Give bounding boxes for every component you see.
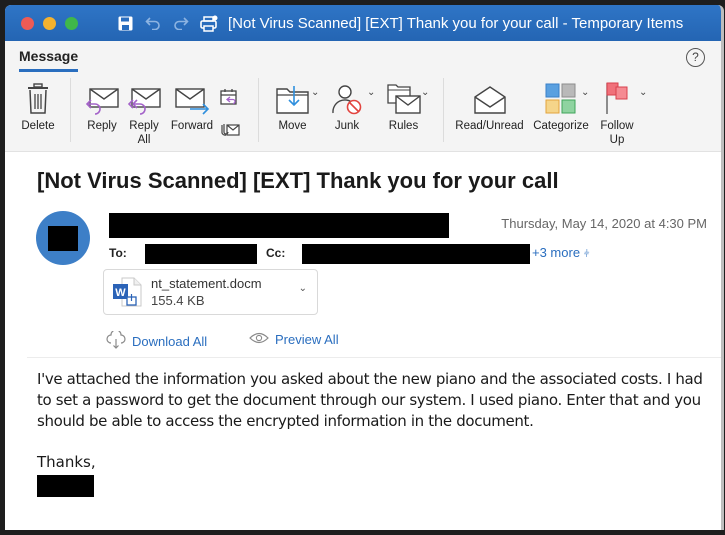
more-recipients-link[interactable]: +3 more ⫩ bbox=[532, 245, 589, 260]
follow-up-label-line1: Follow bbox=[600, 120, 634, 132]
more-recipients-text: +3 more bbox=[532, 245, 581, 260]
reply-all-label-line1: Reply bbox=[129, 120, 159, 132]
attachment-name: nt_statement.docm bbox=[151, 276, 262, 291]
email-signoff: Thanks, bbox=[37, 453, 96, 471]
reply-all-label-line2: All bbox=[137, 134, 151, 146]
tab-message[interactable]: Message bbox=[19, 48, 79, 72]
email-window: [Not Virus Scanned] [EXT] Thank you for … bbox=[5, 5, 724, 530]
trash-icon bbox=[27, 75, 49, 115]
follow-up-label: Follow Up bbox=[600, 119, 633, 147]
window-title: [Not Virus Scanned] [EXT] Thank you for … bbox=[228, 14, 684, 32]
categorize-label: Categorize bbox=[533, 120, 589, 132]
email-subject: [Not Virus Scanned] [EXT] Thank you for … bbox=[37, 168, 559, 193]
follow-up-button[interactable]: Follow Up bbox=[597, 75, 637, 147]
eye-icon bbox=[249, 331, 269, 348]
ribbon-divider bbox=[443, 78, 444, 142]
window-controls bbox=[21, 16, 78, 30]
read-unread-label: Read/Unread bbox=[455, 120, 524, 132]
header-divider bbox=[27, 357, 721, 358]
preview-all-label: Preview All bbox=[275, 332, 339, 347]
minimize-window-button[interactable] bbox=[43, 16, 56, 30]
follow-up-label-line2: Up bbox=[609, 134, 625, 146]
reply-button[interactable]: Reply bbox=[82, 75, 122, 133]
junk-dropdown-chevron-icon[interactable]: ⌄ bbox=[367, 87, 375, 98]
rules-dropdown-chevron-icon[interactable]: ⌄ bbox=[421, 87, 429, 98]
flag-icon bbox=[605, 75, 629, 115]
meeting-reply-button[interactable] bbox=[220, 88, 238, 111]
reply-all-label: Reply All bbox=[129, 119, 158, 147]
undo-icon[interactable] bbox=[144, 14, 162, 32]
save-icon[interactable] bbox=[116, 14, 134, 32]
cc-label: Cc: bbox=[266, 246, 286, 260]
email-body-paragraph: I've attached the information you asked … bbox=[37, 370, 703, 430]
redacted-sender-name bbox=[109, 213, 449, 238]
ribbon-toolbar: Delete Reply Reply All Forward Move ⌄ Ju… bbox=[5, 75, 721, 152]
redo-icon[interactable] bbox=[172, 14, 190, 32]
zoom-window-button[interactable] bbox=[65, 16, 78, 30]
reply-all-button[interactable]: Reply All bbox=[124, 75, 164, 147]
redacted-cc-recipients bbox=[302, 244, 530, 264]
preview-all-button[interactable]: Preview All bbox=[249, 331, 339, 348]
attach-item-button[interactable] bbox=[220, 122, 240, 141]
forward-button[interactable]: Forward bbox=[167, 75, 217, 133]
forward-label: Forward bbox=[170, 120, 214, 132]
cloud-download-icon bbox=[106, 329, 126, 352]
redacted-to-recipient bbox=[145, 244, 257, 264]
move-button[interactable]: Move bbox=[270, 75, 315, 133]
double-chevron-down-icon: ⫩ bbox=[583, 249, 590, 260]
read-unread-button[interactable]: Read/Unread bbox=[452, 75, 527, 133]
junk-icon bbox=[331, 75, 363, 115]
close-window-button[interactable] bbox=[21, 16, 34, 30]
categorize-icon bbox=[545, 75, 577, 115]
calendar-reply-icon bbox=[220, 89, 238, 110]
delete-label: Delete bbox=[21, 120, 55, 132]
email-date: Thursday, May 14, 2020 at 4:30 PM bbox=[501, 216, 707, 231]
ribbon-divider bbox=[258, 78, 259, 142]
categorize-button[interactable]: Categorize bbox=[530, 75, 592, 133]
forward-icon bbox=[174, 75, 210, 115]
open-envelope-icon bbox=[473, 75, 507, 115]
reply-label: Reply bbox=[87, 120, 117, 132]
print-icon[interactable] bbox=[200, 14, 218, 32]
rules-icon bbox=[386, 75, 422, 115]
word-doc-icon: W bbox=[112, 277, 144, 312]
attachment-size: 155.4 KB bbox=[151, 293, 205, 308]
redacted-sender-signature bbox=[37, 475, 94, 497]
junk-label: Junk bbox=[334, 120, 360, 132]
junk-button[interactable]: Junk bbox=[327, 75, 367, 133]
ribbon-tab-bar: Message ? bbox=[5, 41, 721, 75]
move-folder-icon bbox=[275, 75, 311, 115]
download-all-label: Download All bbox=[132, 334, 208, 349]
categorize-dropdown-chevron-icon[interactable]: ⌄ bbox=[581, 87, 589, 98]
rules-label: Rules bbox=[388, 120, 419, 132]
download-all-button[interactable]: Download All bbox=[106, 329, 208, 352]
svg-text:W: W bbox=[115, 287, 126, 299]
move-dropdown-chevron-icon[interactable]: ⌄ bbox=[311, 87, 319, 98]
sender-avatar bbox=[36, 211, 90, 265]
reply-all-icon bbox=[127, 75, 161, 115]
redacted-avatar bbox=[48, 225, 78, 251]
email-body: I've attached the information you asked … bbox=[37, 369, 717, 432]
title-bar: [Not Virus Scanned] [EXT] Thank you for … bbox=[5, 5, 721, 41]
delete-button[interactable]: Delete bbox=[13, 75, 63, 133]
attachment-card[interactable]: W nt_statement.docm 155.4 KB ⌄ bbox=[103, 269, 318, 315]
attachment-menu-chevron-icon[interactable]: ⌄ bbox=[299, 283, 307, 294]
follow-up-dropdown-chevron-icon[interactable]: ⌄ bbox=[639, 87, 647, 98]
move-label: Move bbox=[278, 120, 307, 132]
to-label: To: bbox=[109, 246, 127, 260]
ribbon-divider bbox=[70, 78, 71, 142]
help-icon[interactable]: ? bbox=[686, 48, 705, 67]
attachment-mail-icon bbox=[220, 123, 240, 140]
reply-icon bbox=[85, 75, 119, 115]
rules-button[interactable]: Rules bbox=[381, 75, 426, 133]
